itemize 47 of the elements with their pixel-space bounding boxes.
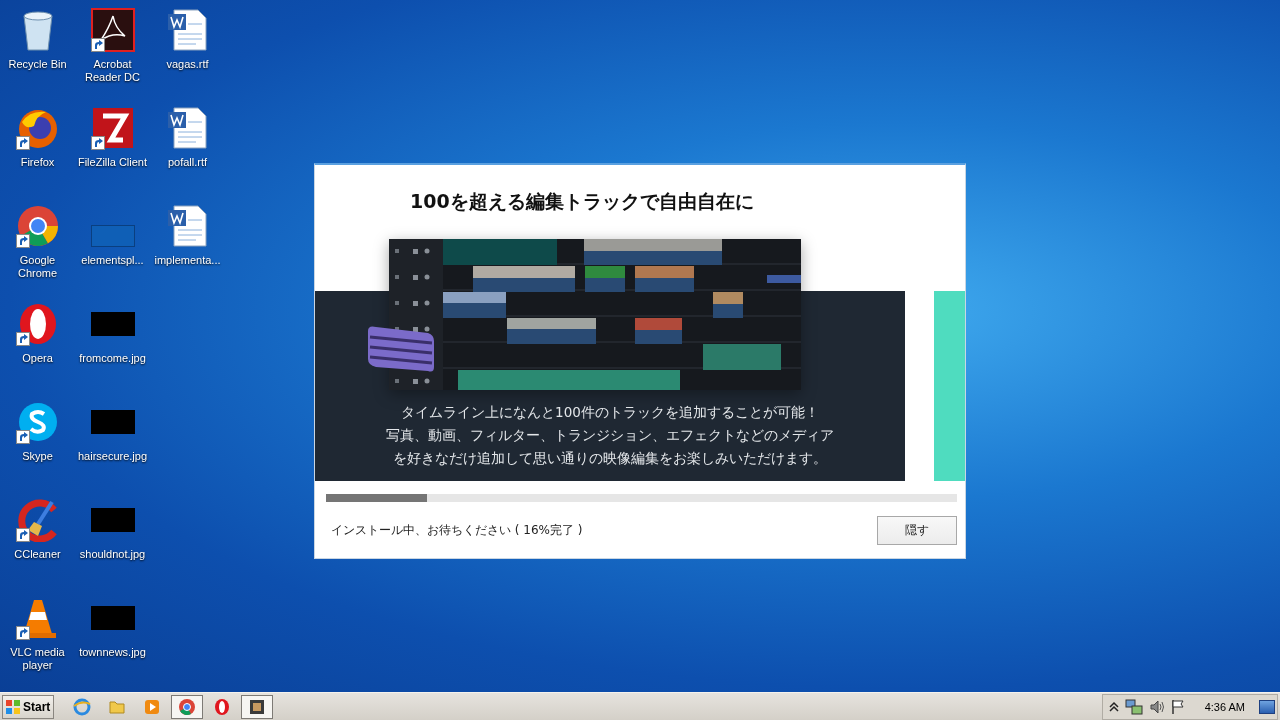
network-icon[interactable] [1124, 698, 1143, 715]
windows-logo-icon [5, 698, 21, 715]
status-text: インストール中、お待ちください ( 16%完了 ) [331, 522, 583, 539]
image-thumbnail-icon [90, 508, 135, 532]
icon-label: townnews.jpg [78, 646, 147, 659]
document-icon [165, 8, 210, 52]
image-thumbnail-icon [90, 312, 135, 336]
app-icon [90, 106, 135, 150]
banner-text: を好きなだけ追加して思い通りの映像編集をお楽しみいただけます。 [393, 449, 827, 468]
image-thumbnail-icon [90, 410, 135, 434]
icon-label: implementa... [153, 254, 222, 267]
icon-label: fromcome.jpg [78, 352, 147, 365]
play-icon [143, 697, 161, 716]
icon-label: FileZilla Client [76, 156, 149, 169]
ring-icon [213, 697, 231, 716]
app-icon [248, 697, 266, 716]
image-thumbnail-icon [90, 225, 135, 247]
icon-label: Acrobat Reader DC [84, 58, 141, 84]
icon-label: VLC media player [9, 646, 66, 672]
pdf-icon [90, 8, 135, 52]
banner-text: タイムライン上になんと100件のトラックを追加することが可能！ [401, 403, 819, 422]
banner-title: 100を超える編集トラックで自由自在に [409, 189, 755, 214]
icon-label: shouldnot.jpg [78, 548, 147, 561]
icon-label: CCleaner [13, 548, 62, 561]
icon-label: pofall.rtf [166, 156, 209, 169]
icon-label: Skype [21, 450, 54, 463]
circle-logo-icon [178, 697, 196, 716]
hide-button[interactable]: 隠す [877, 516, 957, 545]
start-button[interactable]: Start [2, 694, 54, 719]
icon-label: Google Chrome [16, 254, 59, 280]
chevron-up-icon[interactable] [1108, 700, 1119, 713]
image-thumbnail-icon [90, 606, 135, 630]
document-icon [165, 204, 210, 248]
icon-label: Firefox [19, 156, 56, 169]
icon-label: vagas.rtf [165, 58, 210, 71]
banner-text: 写真、動画、フィルター、トランジション、エフェクトなどのメディア [386, 426, 834, 445]
clock[interactable]: 4:36 AM [1204, 700, 1245, 713]
flag-icon[interactable] [1170, 698, 1185, 715]
document-icon [165, 106, 210, 150]
icon-label: hairsecure.jpg [76, 450, 149, 463]
taskbar-app-button[interactable] [241, 694, 273, 719]
icon-label: Recycle Bin [7, 58, 68, 71]
icon-label: Opera [21, 352, 54, 365]
show-desktop-button[interactable] [1259, 699, 1275, 714]
speaker-icon[interactable] [1148, 698, 1165, 715]
browser-icon [73, 697, 91, 716]
icon-label: elementspl... [80, 254, 145, 267]
